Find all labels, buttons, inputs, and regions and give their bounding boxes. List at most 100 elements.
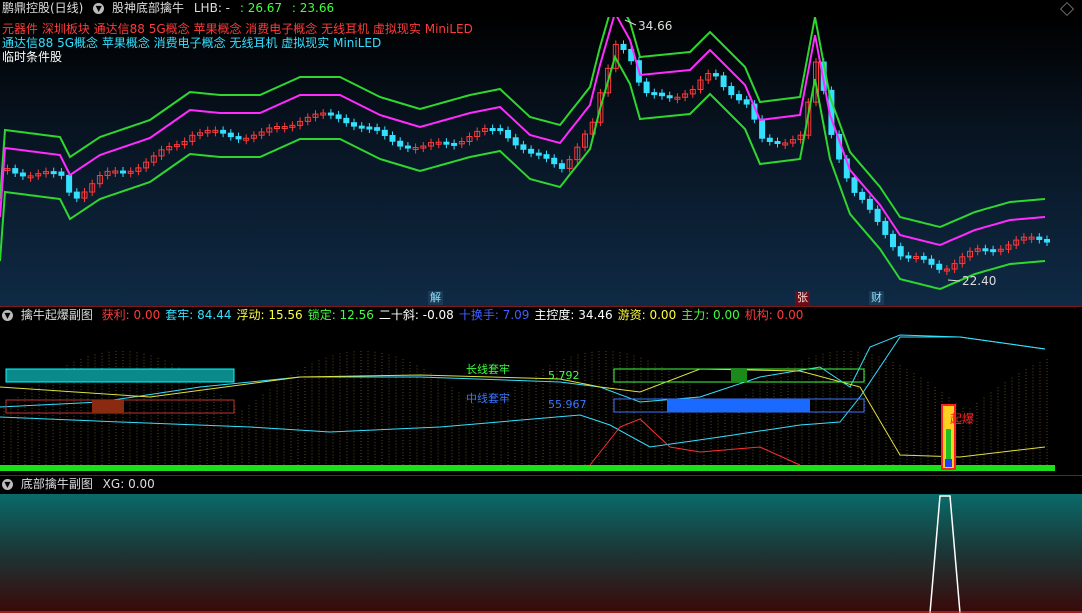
candle-body: [227, 132, 234, 138]
stat-7: 游资: 0.00: [617, 308, 677, 322]
candle-body: [1036, 236, 1043, 240]
sub-chart-2[interactable]: [0, 494, 1082, 613]
candle-body: [905, 255, 912, 259]
pane-separator-2[interactable]: [0, 475, 1082, 476]
diamond-icon[interactable]: [1060, 2, 1074, 16]
stat-0: 获利: 0.00: [101, 308, 161, 322]
stat-9: 机构: 0.00: [744, 308, 804, 322]
upper-magenta-line: [0, 17, 1046, 247]
explode-bar-inner: [946, 429, 951, 459]
candle-body: [220, 129, 227, 134]
candle-body: [897, 246, 904, 257]
candle-body: [1044, 238, 1050, 243]
app-title: 鹏鼎控股(日线): [2, 1, 84, 15]
candle-body: [358, 125, 365, 129]
candle-body: [743, 99, 750, 105]
badge-zhang[interactable]: 张: [795, 291, 810, 305]
indicator-name[interactable]: 股神底部擒牛: [112, 1, 184, 15]
badge-jie[interactable]: 解: [428, 291, 443, 305]
stat-5: 十换手: 7.09: [458, 308, 530, 322]
candle-body: [381, 129, 388, 137]
explode-label: 起爆: [950, 412, 975, 426]
candle-body: [551, 157, 558, 165]
lhb-label: LHB: -: [193, 1, 231, 15]
candle-body: [666, 95, 673, 99]
candle-body: [374, 127, 381, 131]
stat-4: 二十斜: -0.08: [378, 308, 454, 322]
candle-body: [351, 122, 357, 127]
candle-body: [335, 114, 342, 119]
sub-chart-1-pane[interactable]: [0, 307, 1082, 475]
candle-body: [327, 112, 334, 116]
high-price-label: 34.66: [638, 19, 673, 33]
long-bar-left: [5, 368, 235, 383]
candle-body: [866, 198, 873, 210]
stat-1: 套牢: 84.44: [165, 308, 232, 322]
sub-chart-2-pane[interactable]: [0, 494, 1082, 613]
candle-body: [766, 137, 773, 142]
title-bar: 鹏鼎控股(日线) ▼ 股神底部擒牛 LHB: - : 26.67 : 23.66: [0, 0, 1082, 17]
base-bar: [0, 465, 1055, 471]
stat-2: 浮动: 15.56: [236, 308, 303, 322]
lower-band-line: [0, 54, 1046, 291]
explode-bar-base: [945, 459, 952, 467]
candle-body: [489, 128, 496, 132]
candle-body: [920, 255, 927, 260]
long-bar-right-fill: [731, 369, 747, 382]
sub2-title[interactable]: 底部擒牛副图: [21, 477, 93, 491]
candle-body: [235, 136, 242, 140]
value-1: : 26.67: [239, 1, 283, 15]
sub1-stats: 获利: 0.00 套牢: 84.44 浮动: 15.56 锁定: 12.56 二十斜: …: [97, 308, 804, 322]
mid-bar-right-fill: [667, 399, 810, 412]
candle-body: [505, 129, 511, 139]
candle-body: [558, 163, 565, 169]
candle-body: [982, 248, 989, 252]
candle-body: [759, 118, 766, 139]
candle-body: [712, 73, 719, 77]
candle-body: [397, 140, 404, 147]
candle-body: [936, 263, 943, 270]
candle-body: [774, 140, 781, 144]
value-2: : 23.66: [291, 1, 335, 15]
candle-body: [404, 145, 411, 149]
candle-body: [851, 177, 858, 193]
candle-body: [73, 191, 80, 199]
candle-body: [736, 94, 742, 101]
candle-body: [890, 233, 896, 248]
stat-3: 锁定: 12.56: [307, 308, 374, 322]
candle-body: [343, 117, 350, 124]
chevron-down-icon[interactable]: ▼: [93, 3, 105, 14]
candle-body: [643, 81, 650, 94]
candle-body: [728, 86, 735, 96]
badge-cai[interactable]: 财: [869, 291, 884, 305]
sub2-header: ▼ 底部擒牛副图 XG: 0.00: [2, 477, 155, 492]
candle-body: [50, 171, 57, 175]
candle-body: [443, 141, 450, 145]
xg-label: XG:: [102, 477, 129, 491]
line-red: [589, 418, 801, 466]
sub1-header: ▼ 擒牛起爆副图 获利: 0.00 套牢: 84.44 浮动: 15.56 锁定: 1…: [2, 308, 803, 323]
candle-body: [497, 128, 504, 132]
candle-body: [543, 154, 550, 159]
sub1-title[interactable]: 擒牛起爆副图: [21, 308, 93, 322]
candle-body: [859, 191, 866, 200]
stat-8: 主力: 0.00: [681, 308, 740, 322]
candle-body: [19, 172, 26, 177]
candle-body: [66, 174, 73, 193]
sub-chart-1[interactable]: [0, 307, 1082, 475]
chevron-down-icon[interactable]: ▼: [2, 479, 13, 490]
candle-body: [520, 144, 527, 150]
mid-label: 中线套牢: [466, 392, 510, 405]
long-label: 长线套牢: [466, 363, 510, 376]
candle-body: [651, 92, 658, 96]
main-chart-pane[interactable]: [0, 17, 1082, 306]
chevron-down-icon[interactable]: ▼: [2, 310, 13, 321]
candle-body: [720, 75, 727, 88]
candle-body: [928, 258, 935, 265]
candlestick-chart[interactable]: [0, 17, 1082, 306]
candle-body: [874, 208, 881, 222]
stat-6: 主控度: 34.46: [534, 308, 613, 322]
candle-body: [620, 43, 627, 50]
candle-body: [659, 92, 665, 97]
candle-body: [451, 142, 458, 146]
